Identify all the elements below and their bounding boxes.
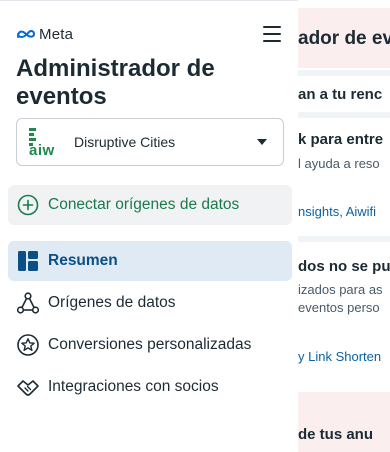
background-section-title: an a tu renc — [298, 86, 383, 103]
background-footer-band — [298, 392, 390, 452]
background-card-link[interactable]: y Link Shorten — [298, 349, 381, 364]
hamburger-icon-line — [263, 40, 281, 42]
meta-wordmark: Meta — [39, 25, 74, 43]
meta-logo[interactable]: Meta — [16, 23, 73, 45]
page-title: Administrador de eventos — [16, 55, 215, 110]
connect-data-sources-button[interactable]: Conectar orígenes de datos — [8, 185, 292, 225]
sidebar-nav: Resumen Orígenes de datos Conversiones p… — [8, 241, 292, 409]
sidebar-item-conversiones-personalizadas[interactable]: Conversiones personalizadas — [8, 325, 292, 365]
close-menu-button[interactable] — [263, 23, 283, 43]
chevron-down-icon — [257, 139, 267, 145]
panel-header: Meta — [16, 23, 282, 45]
hamburger-icon — [263, 26, 281, 28]
sidebar-item-label: Integraciones con socios — [48, 378, 219, 395]
account-name: Disruptive Cities — [74, 134, 176, 150]
sidebar-item-label: Resumen — [48, 252, 118, 269]
background-heading: ador de ev — [298, 28, 390, 49]
background-divider — [298, 112, 390, 118]
background-section-title: de tus anu — [298, 426, 374, 443]
meta-infinity-icon — [17, 29, 36, 39]
data-sources-icon — [16, 291, 40, 315]
hamburger-icon-line — [263, 33, 281, 35]
background-card-text: eventos perso — [298, 300, 380, 315]
account-logo: aiw — [27, 125, 61, 159]
background-card-link[interactable]: nsights, Aiwifi — [298, 204, 376, 219]
connect-data-sources-label: Conectar orígenes de datos — [48, 196, 240, 213]
background-divider — [298, 70, 390, 76]
dashboard-icon — [16, 249, 40, 273]
sidebar-item-resumen[interactable]: Resumen — [8, 241, 292, 281]
navigation-panel: Meta Administrador de eventos aiw Disrup… — [0, 0, 298, 452]
background-card-title: dos no se pu — [298, 258, 390, 275]
handshake-icon — [16, 375, 40, 399]
background-divider — [298, 236, 390, 242]
sidebar-item-label: Orígenes de datos — [48, 294, 176, 311]
background-page: ador de ev an a tu renc k para entre l a… — [298, 0, 390, 452]
background-card-text: izados para as — [298, 282, 383, 297]
sidebar-item-integraciones-con-socios[interactable]: Integraciones con socios — [8, 367, 292, 407]
sidebar-item-label: Conversiones personalizadas — [48, 336, 252, 353]
sidebar-item-origenes-de-datos[interactable]: Orígenes de datos — [8, 283, 292, 323]
account-selector[interactable]: aiw Disruptive Cities — [16, 118, 284, 166]
background-card-title: k para entre — [298, 131, 384, 148]
account-logo-text: aiw — [29, 142, 55, 159]
star-badge-icon — [16, 333, 40, 357]
background-card-text: l ayuda a reso — [298, 156, 380, 171]
add-circle-icon — [17, 194, 39, 216]
